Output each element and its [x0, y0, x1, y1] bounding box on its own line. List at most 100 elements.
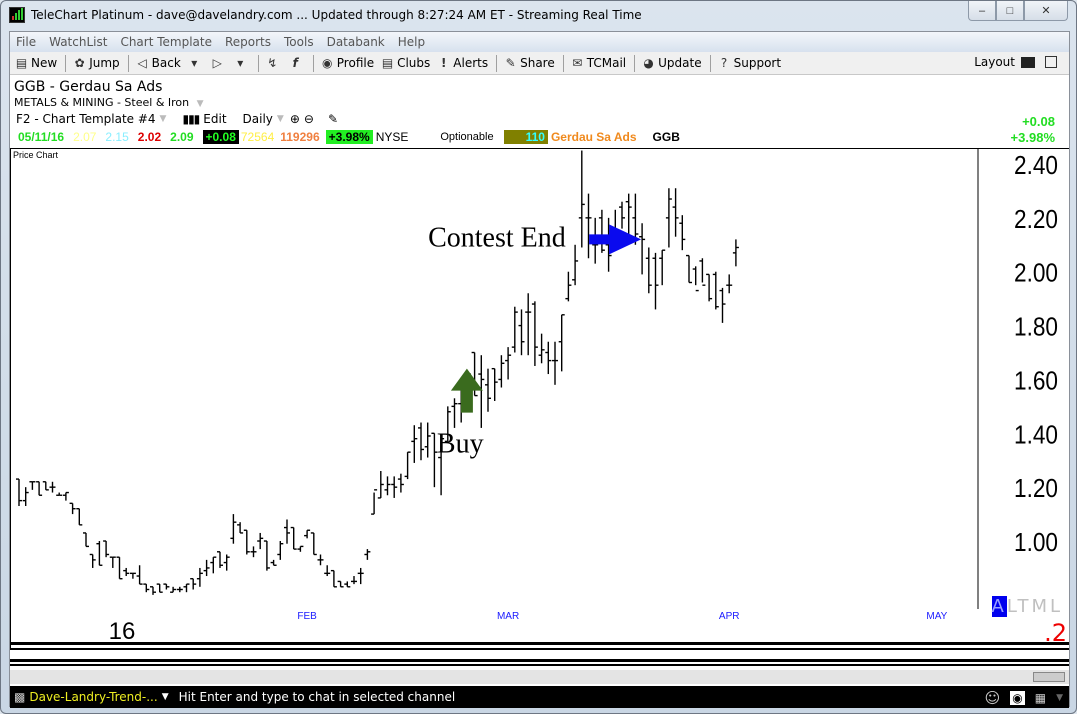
timeframe-selector[interactable]: ALTML	[991, 596, 1063, 617]
right-change: +0.08	[1022, 114, 1055, 129]
app-window: TeleChart Platinum - dave@davelandry.com…	[0, 0, 1077, 714]
back-arrow-icon: ◁	[137, 55, 147, 70]
menu-chart-template[interactable]: Chart Template	[120, 35, 212, 49]
ohlc-bar	[129, 572, 136, 579]
forward-dropdown[interactable]: ▾	[233, 56, 250, 71]
forward-button[interactable]: ▷	[210, 56, 227, 71]
ohlc-bar	[585, 193, 592, 259]
profile-button[interactable]: ◉ Profile	[320, 56, 374, 71]
layout-grid-icon[interactable]	[1021, 56, 1035, 68]
bar-chart-icon: ▮▮▮	[182, 112, 200, 126]
maximize-button[interactable]: □	[996, 1, 1024, 21]
formula-button[interactable]: f	[288, 56, 305, 71]
lightning-button[interactable]: ↯	[265, 56, 282, 71]
chevron-down-icon[interactable]: ▼	[162, 692, 169, 702]
toolbar-separator	[496, 54, 498, 72]
menu-watchlist[interactable]: WatchList	[49, 35, 107, 49]
back-button[interactable]: ◁ Back	[135, 56, 181, 71]
menu-reports[interactable]: Reports	[225, 35, 271, 49]
toolbar: ▤ New ✿ Jump ◁ Back ▾ ▷ ▾ ↯ f ◉ Profile ▤ Clu…	[10, 52, 1069, 75]
title-bar: TeleChart Platinum - dave@davelandry.com…	[1, 1, 1076, 31]
ohlc-bar	[123, 567, 130, 577]
ohlc-bar	[411, 425, 418, 463]
horizontal-scrollbar[interactable]	[10, 670, 1069, 684]
chevron-down-icon[interactable]: ▼	[1056, 693, 1063, 703]
quote-avg-volume: 119296	[280, 130, 320, 144]
zoom-in-icon[interactable]: ⊕	[290, 112, 300, 126]
chat-channel-dropdown[interactable]: Dave-Landry-Trend-...	[29, 690, 157, 704]
back-dropdown[interactable]: ▾	[187, 56, 204, 71]
menu-tools[interactable]: Tools	[284, 35, 314, 49]
ohlc-bar	[257, 532, 264, 550]
ohlc-bar	[478, 355, 485, 428]
clubs-button[interactable]: ▤ Clubs	[380, 56, 430, 71]
edit-button[interactable]: Edit	[203, 112, 226, 126]
ohlc-bar	[344, 581, 351, 588]
price-chart-pane[interactable]: Price Chart 2.40 2.20 2.00 1.80 1.60 1.40 1.20…	[10, 148, 1071, 649]
new-button[interactable]: ▤ New	[14, 56, 57, 71]
pane-divider[interactable]	[10, 642, 1069, 645]
ohlc-bar	[598, 209, 605, 253]
minimize-button[interactable]: –	[968, 1, 996, 21]
right-pct-change: +3.98%	[1010, 130, 1055, 145]
timeframe-m[interactable]: M	[1031, 596, 1050, 617]
question-icon: ?	[720, 55, 728, 70]
ohlc-bar	[545, 341, 552, 375]
menu-databank[interactable]: Databank	[327, 35, 385, 49]
x-year-label: 16	[109, 618, 136, 645]
ohlc-bar	[190, 578, 197, 590]
new-window-icon[interactable]	[1045, 56, 1057, 68]
pencil-draw-icon[interactable]: ✎	[328, 112, 338, 126]
ohlc-bar	[243, 529, 250, 555]
y-tick-label: 1.20	[1014, 473, 1058, 503]
smiley-icon[interactable]: ☺	[985, 689, 1001, 707]
ohlc-bar	[103, 540, 110, 558]
tcmail-button[interactable]: ✉ TCMail	[570, 56, 626, 71]
alerts-button[interactable]: ! Alerts	[436, 56, 488, 71]
pane-divider[interactable]	[10, 648, 1069, 650]
ohlc-bar	[418, 422, 424, 461]
buy-arrow-icon	[450, 368, 483, 413]
ohlc-bar	[297, 545, 304, 552]
quote-date: 05/11/16	[18, 130, 65, 144]
quote-open: 2.07	[73, 130, 97, 144]
close-button[interactable]: ✕	[1024, 1, 1068, 21]
support-button[interactable]: ? Support	[717, 56, 781, 71]
chart-template-dropdown[interactable]: F2 - Chart Template #4	[16, 112, 156, 126]
ohlc-bar	[505, 347, 512, 380]
share-button[interactable]: ✎ Share	[503, 56, 555, 71]
chevron-down-icon: ▼	[159, 114, 167, 124]
y-tick-label: 1.40	[1014, 419, 1058, 449]
sector-label: METALS & MINING - Steel & Iron	[14, 96, 190, 109]
new-document-icon: ▤	[15, 55, 28, 70]
jump-rabbit-icon: ✿	[74, 55, 85, 70]
ohlc-bar	[652, 252, 659, 310]
zoom-out-icon[interactable]: ⊖	[304, 112, 314, 126]
grid-icon[interactable]: ▦	[1035, 691, 1046, 705]
pane-divider[interactable]	[10, 659, 1069, 662]
ohlc-bar	[424, 422, 431, 458]
period-dropdown[interactable]: Daily	[243, 112, 273, 126]
sector-dropdown[interactable]: METALS & MINING - Steel & Iron ▼	[14, 96, 204, 109]
ohlc-bar	[36, 481, 43, 496]
chat-input-hint[interactable]: Hit Enter and type to chat in selected c…	[179, 690, 456, 704]
layout-label[interactable]: Layout	[974, 55, 1015, 69]
ohlc-bar	[645, 247, 652, 294]
menu-help[interactable]: Help	[398, 35, 425, 49]
toolbar-separator	[127, 54, 129, 72]
menu-file[interactable]: File	[16, 35, 36, 49]
timeframe-t[interactable]: T	[1017, 596, 1031, 617]
chat-user-icon[interactable]: ◉	[1010, 691, 1025, 705]
ohlc-bar	[16, 478, 22, 507]
scrollbar-thumb[interactable]	[1033, 672, 1065, 682]
ohlc-bar	[203, 559, 210, 577]
timeframe-a[interactable]: A	[991, 596, 1007, 617]
toolbar-separator	[709, 54, 711, 72]
timeframe-l2[interactable]: L	[1050, 596, 1063, 617]
app-content: File WatchList Chart Template Reports To…	[9, 31, 1071, 708]
update-button[interactable]: ◕ Update	[641, 56, 701, 71]
timeframe-l[interactable]: L	[1007, 596, 1018, 617]
pane-divider[interactable]	[10, 664, 1069, 666]
price-chart[interactable]: 2.40 2.20 2.00 1.80 1.60 1.40 1.20 1.00 16 FEB MAR…	[10, 149, 1071, 649]
jump-button[interactable]: ✿ Jump	[72, 55, 120, 71]
